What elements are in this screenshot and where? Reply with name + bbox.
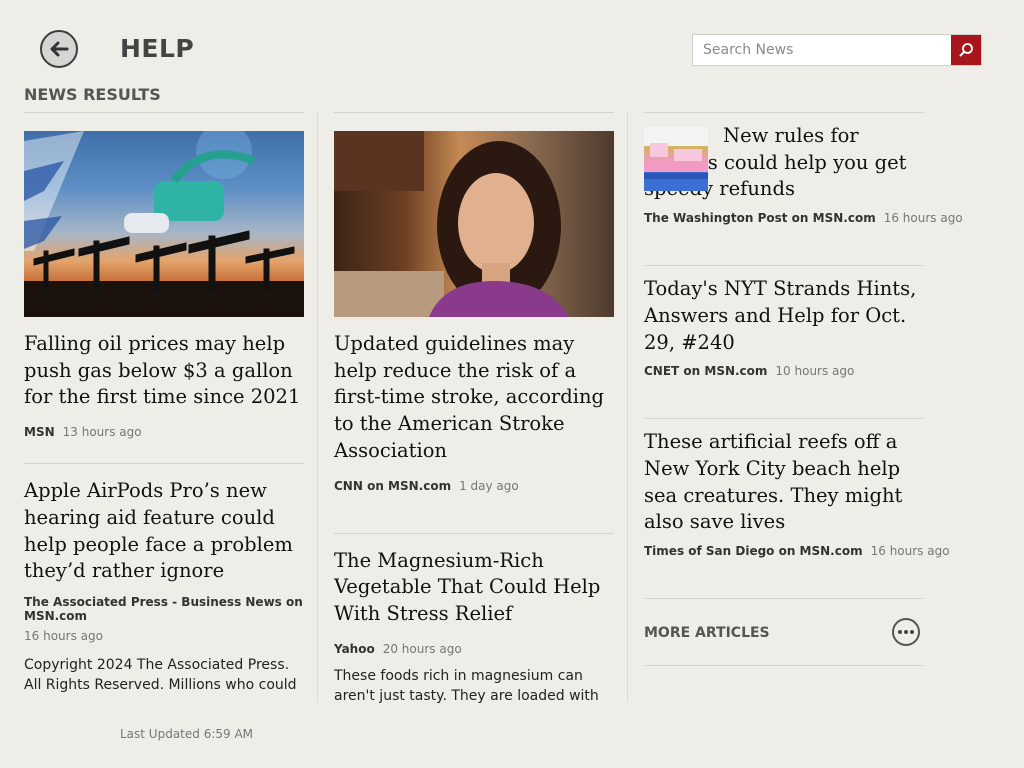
oil-pump-illustration xyxy=(24,131,304,317)
woman-portrait-illustration xyxy=(334,131,569,317)
article-card[interactable]: The Magnesium-Rich Vegetable That Could … xyxy=(334,548,614,706)
article-source: The Associated Press - Business News on … xyxy=(24,594,303,623)
article-image xyxy=(334,131,614,317)
search-input[interactable] xyxy=(693,35,951,65)
news-app: HELP NEWS RESULTS xyxy=(0,0,1024,768)
news-column-2: Updated guidelines may help reduce the r… xyxy=(334,112,614,706)
search-button[interactable] xyxy=(951,35,981,65)
article-source: Times of San Diego on MSN.com xyxy=(644,544,863,559)
back-arrow-icon xyxy=(50,41,69,57)
article-time: 16 hours ago xyxy=(870,544,950,559)
article-meta: The Washington Post on MSN.com 16 hours a… xyxy=(644,211,963,226)
divider xyxy=(334,532,614,534)
article-card[interactable]: New rules for airlines could help you ge… xyxy=(644,113,963,226)
divider xyxy=(24,463,304,465)
article-source: CNET on MSN.com xyxy=(644,364,768,379)
back-button[interactable] xyxy=(40,30,78,68)
article-card[interactable]: Updated guidelines may help reduce the r… xyxy=(334,131,614,493)
last-updated-label: Last Updated 6:59 AM xyxy=(120,727,254,741)
ellipsis-icon xyxy=(892,618,920,647)
more-articles-button[interactable]: MORE ARTICLES xyxy=(644,599,924,665)
news-column-3: New rules for airlines could help you ge… xyxy=(644,112,963,667)
search-box xyxy=(692,34,982,66)
article-time: 16 hours ago xyxy=(883,211,963,226)
article-source: CNN on MSN.com xyxy=(334,478,452,493)
thumbnail-illustration xyxy=(644,143,708,179)
article-headline: Updated guidelines may help reduce the r… xyxy=(334,332,605,462)
article-time: 16 hours ago xyxy=(24,628,103,643)
column-divider xyxy=(627,112,628,702)
article-card[interactable]: These artificial reefs off a New York Ci… xyxy=(644,429,950,559)
article-headline: The Magnesium-Rich Vegetable That Could … xyxy=(334,548,601,625)
article-source: MSN xyxy=(24,425,55,440)
article-time: 1 day ago xyxy=(459,478,519,493)
article-time: 13 hours ago xyxy=(62,425,142,440)
article-source: The Washington Post on MSN.com xyxy=(644,211,876,226)
divider xyxy=(334,112,614,113)
article-meta: MSN 13 hours ago xyxy=(24,425,304,439)
article-card[interactable]: Apple AirPods Pro’s new hearing aid feat… xyxy=(24,478,304,695)
article-headline: These artificial reefs off a New York Ci… xyxy=(644,430,903,534)
article-meta: CNET on MSN.com 10 hours ago xyxy=(644,364,924,378)
article-source: Yahoo xyxy=(334,641,375,656)
divider xyxy=(24,112,304,113)
article-thumbnail xyxy=(644,127,708,191)
article-image xyxy=(24,131,304,317)
article-time: 10 hours ago xyxy=(775,364,855,379)
more-articles-label: MORE ARTICLES xyxy=(644,625,770,642)
article-meta: Times of San Diego on MSN.com 16 hours ag… xyxy=(644,544,950,559)
article-card[interactable]: Falling oil prices may help push gas bel… xyxy=(24,131,304,439)
article-snippet: Copyright 2024 The Associated Press. All… xyxy=(24,656,297,693)
article-meta: The Associated Press - Business News on … xyxy=(24,595,304,643)
article-card[interactable]: Today's NYT Strands Hints, Answers and H… xyxy=(644,276,924,378)
article-headline: Apple AirPods Pro’s new hearing aid feat… xyxy=(24,479,293,583)
news-column-1: Falling oil prices may help push gas bel… xyxy=(24,112,304,695)
search-icon xyxy=(959,43,973,57)
section-title: NEWS RESULTS xyxy=(24,85,161,104)
article-time: 20 hours ago xyxy=(382,641,462,656)
column-divider xyxy=(317,112,318,702)
page-title: HELP xyxy=(120,34,195,63)
article-meta: Yahoo 20 hours ago xyxy=(334,642,614,656)
divider xyxy=(644,265,924,267)
article-headline: Falling oil prices may help push gas bel… xyxy=(24,332,301,409)
article-headline: Today's NYT Strands Hints, Answers and H… xyxy=(644,277,917,354)
article-meta: CNN on MSN.com 1 day ago xyxy=(334,479,614,493)
divider xyxy=(644,418,924,420)
article-snippet: These foods rich in magnesium can aren't… xyxy=(334,667,599,704)
divider xyxy=(644,665,924,667)
